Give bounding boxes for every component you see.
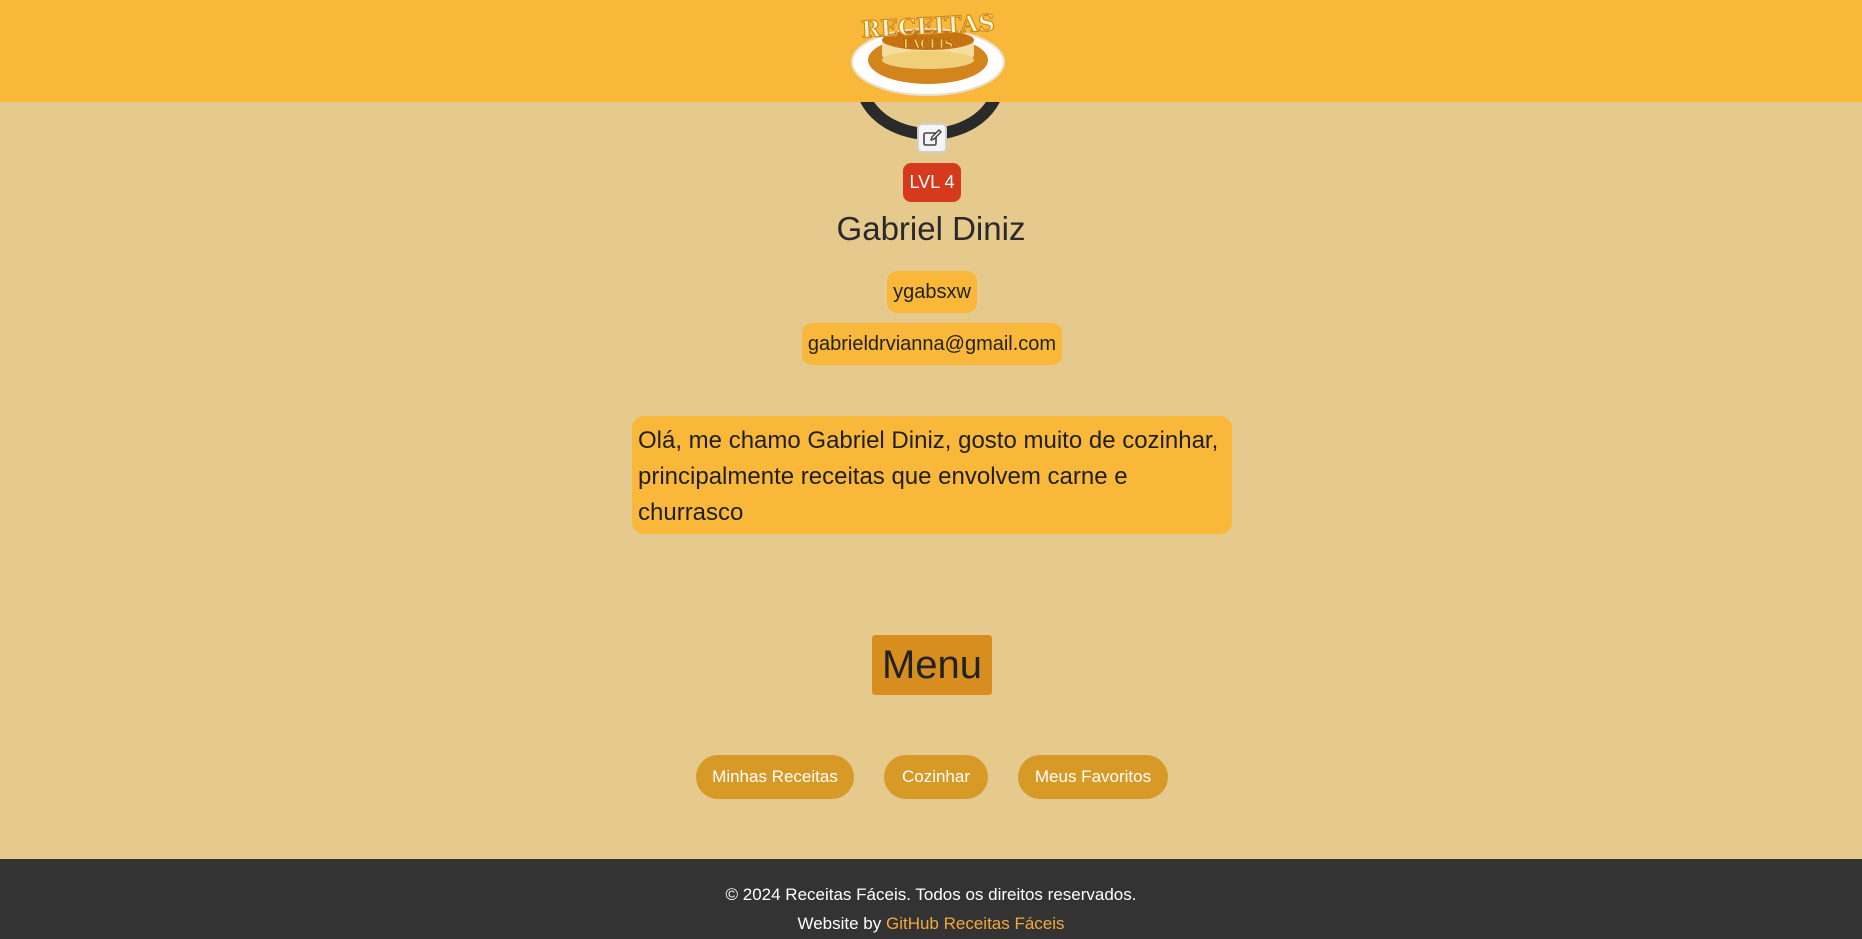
profile-name: Gabriel Diniz [836, 210, 1026, 247]
site-logo[interactable]: RECEITAS FÁCEIS [832, 4, 1022, 98]
level-badge: LVL 4 [903, 163, 961, 202]
my-recipes-button[interactable]: Minhas Receitas [696, 755, 854, 799]
github-link[interactable]: GitHub Receitas Fáceis [886, 914, 1065, 933]
profile-bio: Olá, me chamo Gabriel Diniz, gosto muito… [632, 416, 1232, 534]
site-header: RECEITAS FÁCEIS [0, 0, 1862, 102]
my-favorites-button[interactable]: Meus Favoritos [1018, 755, 1168, 799]
svg-text:FÁCEIS: FÁCEIS [903, 36, 953, 51]
site-footer: © 2024 Receitas Fáceis. Todos os direito… [0, 859, 1862, 939]
menu-title: Menu [872, 635, 992, 695]
edit-profile-icon[interactable] [917, 123, 947, 153]
credit-prefix: Website by [797, 914, 882, 933]
email-badge: gabrieldrvianna@gmail.com [802, 323, 1062, 365]
cook-button[interactable]: Cozinhar [884, 755, 988, 799]
credit-line: Website by GitHub Receitas Fáceis [0, 914, 1862, 934]
username-badge: ygabsxw [887, 271, 977, 313]
copyright-text: © 2024 Receitas Fáceis. Todos os direito… [725, 885, 1137, 904]
